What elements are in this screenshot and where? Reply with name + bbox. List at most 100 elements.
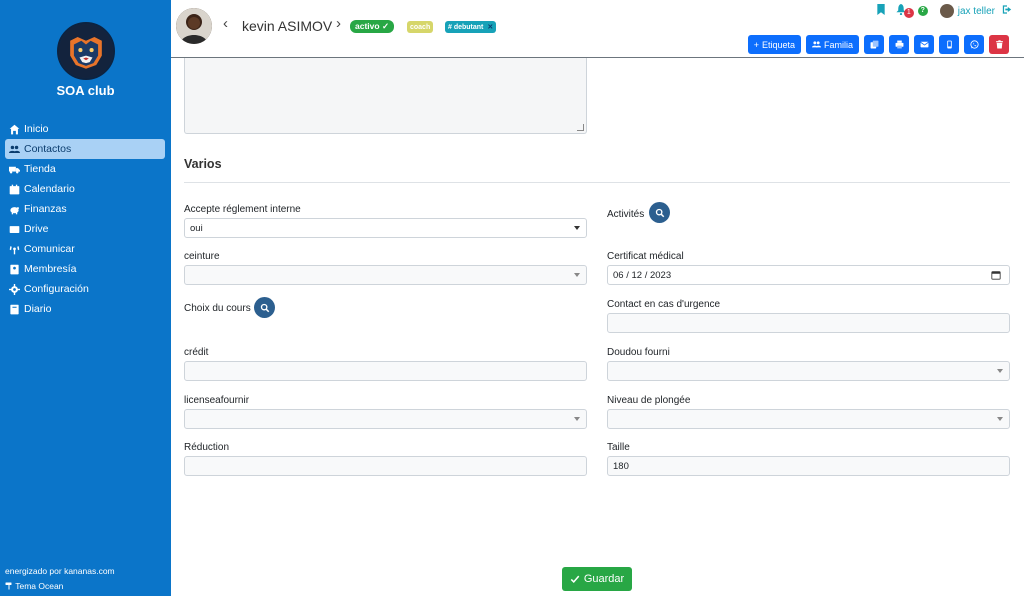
sidebar-item-label: Membresía — [24, 263, 77, 275]
remove-tag-icon[interactable]: ✕ — [487, 24, 493, 31]
sidebar-item-tienda[interactable]: Tienda — [5, 159, 165, 179]
tag-badge[interactable]: # debutant ✕ — [445, 21, 497, 33]
notification-count-badge: 1 — [903, 8, 914, 18]
section-title: Varios — [184, 157, 222, 171]
sidebar-item-label: Contactos — [24, 143, 72, 155]
users-icon — [811, 41, 821, 48]
contact-urgence-input[interactable] — [607, 313, 1010, 333]
status-badge-label: activo — [355, 21, 380, 31]
drive-icon — [8, 223, 21, 236]
next-contact-chevron-icon[interactable]: › — [336, 16, 346, 31]
id-card-icon — [8, 263, 21, 276]
contact-name: kevin ASIMOV — [242, 18, 333, 34]
niveau-select[interactable] — [607, 409, 1010, 429]
choix-search-button[interactable] — [254, 297, 275, 318]
broadcast-icon — [8, 243, 21, 256]
sidebar-item-membresia[interactable]: Membresía — [5, 259, 165, 279]
ceinture-select[interactable] — [184, 265, 587, 285]
calendar-icon[interactable] — [991, 270, 1001, 280]
contact-form: Varios Accepte réglement interne oui Act… — [171, 58, 1024, 596]
taille-label: Taille — [607, 442, 630, 453]
accepte-select[interactable]: oui — [184, 218, 587, 238]
sidebar: SOA club Inicio Contactos Tienda Calenda… — [0, 0, 171, 596]
piggy-bank-icon — [8, 203, 21, 216]
sidebar-item-label: Drive — [24, 223, 49, 235]
print-button[interactable] — [889, 35, 909, 54]
club-logo[interactable] — [57, 22, 115, 80]
reduction-input[interactable] — [184, 456, 587, 476]
theme-selector[interactable]: Tema Ocean — [5, 579, 115, 594]
add-tag-button[interactable]: + Etiqueta — [747, 35, 801, 54]
license-label: licenseafournir — [184, 395, 250, 406]
sidebar-item-label: Configuración — [24, 283, 89, 295]
add-tag-label: Etiqueta — [761, 39, 795, 50]
accepte-label: Accepte réglement interne — [184, 204, 301, 215]
help-icon[interactable]: ? — [917, 6, 928, 16]
sidebar-item-contactos[interactable]: Contactos — [5, 139, 165, 159]
certificat-date-input[interactable]: 06 / 12 / 2023 — [607, 265, 1010, 285]
check-icon: ✓ — [381, 21, 390, 31]
plus-icon: + — [753, 39, 759, 50]
calendar-icon — [8, 183, 21, 196]
sidebar-item-finanzas[interactable]: Finanzas — [5, 199, 165, 219]
tag-badge-label: # debutant — [448, 24, 484, 31]
copy-icon — [870, 40, 878, 49]
sidebar-item-label: Tienda — [24, 163, 56, 175]
save-button[interactable]: Guardar — [562, 567, 632, 591]
contact-toolbar: + Etiqueta Familia — [747, 35, 1009, 54]
credit-input[interactable] — [184, 361, 587, 381]
sidebar-item-label: Comunicar — [24, 243, 75, 255]
doudou-select[interactable] — [607, 361, 1010, 381]
club-name: SOA club — [56, 83, 115, 98]
whatsapp-button[interactable] — [964, 35, 984, 54]
choix-label: Choix du cours — [184, 303, 251, 314]
sidebar-item-inicio[interactable]: Inicio — [5, 119, 165, 139]
chevron-down-icon — [574, 273, 580, 277]
contact-avatar[interactable] — [176, 8, 212, 44]
delete-button[interactable] — [989, 35, 1009, 54]
check-icon — [570, 575, 580, 584]
sidebar-item-comunicar[interactable]: Comunicar — [5, 239, 165, 259]
powered-by-link[interactable]: energizado por kananas.com — [5, 564, 115, 579]
gear-icon — [8, 283, 21, 296]
sidebar-item-label: Inicio — [24, 123, 49, 135]
resize-handle-icon[interactable] — [577, 124, 584, 131]
logout-icon[interactable] — [1002, 4, 1012, 18]
sidebar-item-calendario[interactable]: Calendario — [5, 179, 165, 199]
certificat-value: 06 / 12 / 2023 — [613, 269, 672, 281]
status-badge[interactable]: activo ✓ — [350, 20, 395, 33]
family-button[interactable]: Familia — [805, 35, 859, 54]
role-badge[interactable]: coach — [407, 21, 434, 33]
doudou-label: Doudou fourni — [607, 347, 670, 358]
sidebar-item-drive[interactable]: Drive — [5, 219, 165, 239]
certificat-label: Certificat médical — [607, 251, 684, 262]
niveau-label: Niveau de plongée — [607, 395, 691, 406]
section-divider — [184, 182, 1010, 183]
truck-icon — [8, 163, 21, 176]
activites-search-button[interactable] — [649, 202, 670, 223]
license-select[interactable] — [184, 409, 587, 429]
duplicate-button[interactable] — [864, 35, 884, 54]
prev-contact-chevron-icon[interactable]: ‹ — [223, 16, 233, 31]
accepte-value: oui — [190, 222, 203, 234]
sidebar-item-configuracion[interactable]: Configuración — [5, 279, 165, 299]
sms-button[interactable] — [939, 35, 959, 54]
family-label: Familia — [823, 39, 853, 50]
user-name[interactable]: jax teller — [958, 6, 995, 17]
chevron-down-icon — [997, 417, 1003, 421]
search-icon — [260, 303, 269, 312]
user-avatar[interactable] — [939, 4, 954, 18]
sidebar-item-label: Calendario — [24, 183, 75, 195]
sidebar-item-diario[interactable]: Diario — [5, 299, 165, 319]
print-icon — [895, 40, 903, 49]
taille-value: 180 — [613, 460, 629, 472]
email-button[interactable] — [914, 35, 934, 54]
notes-textarea[interactable] — [184, 58, 587, 134]
users-icon — [8, 143, 21, 156]
chevron-down-icon — [574, 226, 580, 230]
taille-input[interactable]: 180 — [607, 456, 1010, 476]
activites-label: Activités — [607, 209, 645, 220]
bookmark-icon[interactable] — [876, 4, 886, 18]
credit-label: crédit — [184, 347, 209, 358]
theme-label: Tema Ocean — [15, 581, 64, 591]
